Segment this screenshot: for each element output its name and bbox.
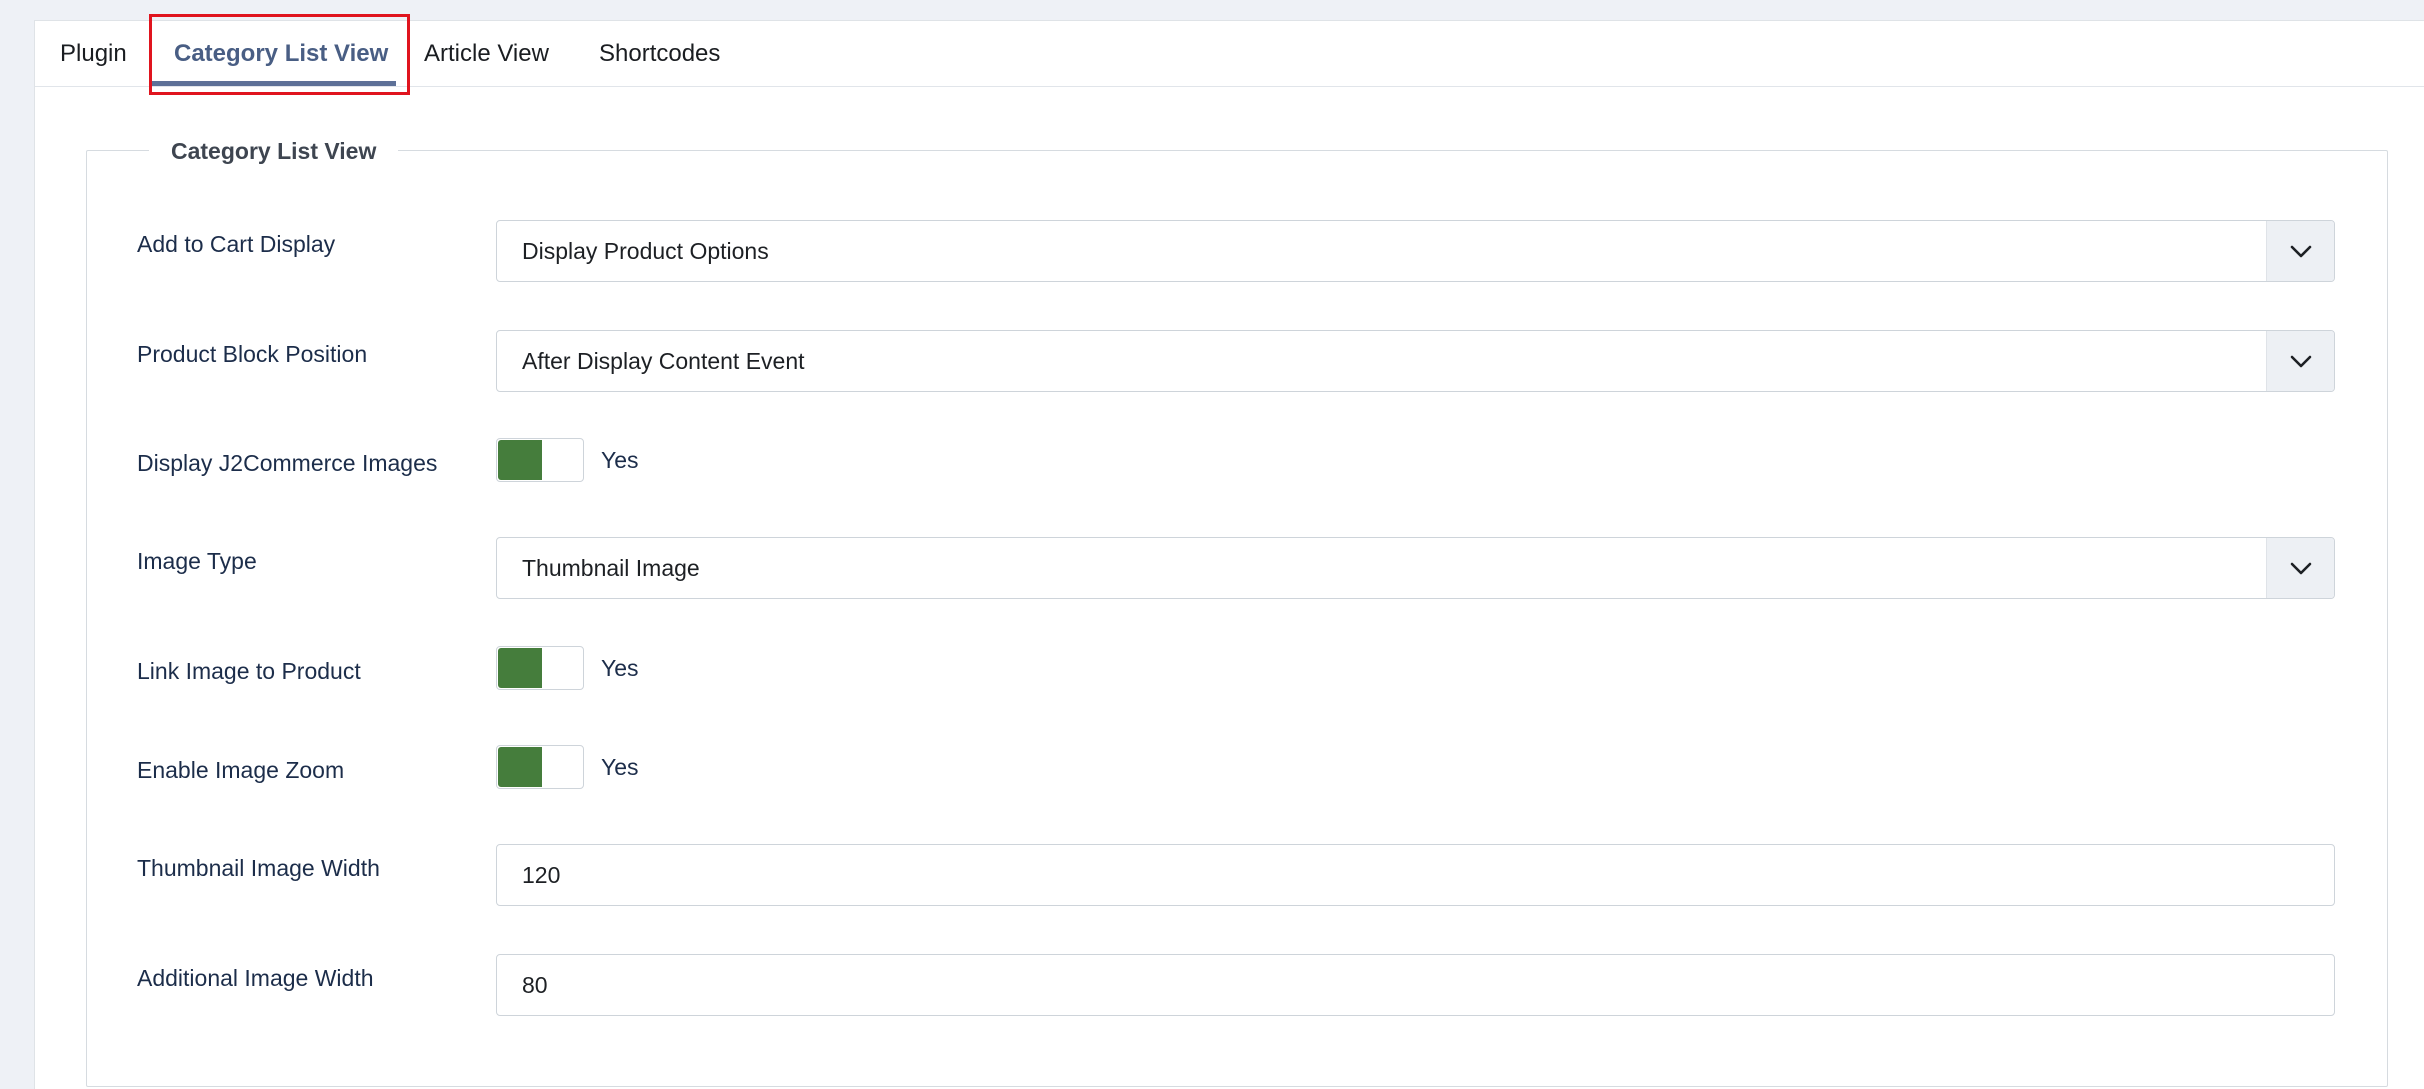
link-image-toggle[interactable] bbox=[496, 646, 584, 690]
image-type-value: Thumbnail Image bbox=[522, 555, 700, 581]
display-images-toggle[interactable] bbox=[496, 438, 584, 482]
display-images-state: Yes bbox=[601, 447, 639, 473]
thumbnail-width-value: 120 bbox=[522, 862, 561, 888]
tab-plugin[interactable]: Plugin bbox=[60, 21, 127, 87]
toggle-knob bbox=[498, 747, 542, 787]
additional-width-value: 80 bbox=[522, 972, 548, 998]
chevron-down-icon bbox=[2266, 221, 2334, 281]
toggle-knob bbox=[498, 440, 542, 480]
image-zoom-state: Yes bbox=[601, 754, 639, 780]
thumbnail-width-input[interactable]: 120 bbox=[496, 844, 2335, 906]
link-image-state: Yes bbox=[601, 655, 639, 681]
tab-bar: Plugin Category List View Article View S… bbox=[35, 14, 2424, 95]
add-to-cart-display-select[interactable]: Display Product Options bbox=[496, 220, 2335, 282]
tab-shortcodes[interactable]: Shortcodes bbox=[599, 21, 720, 87]
fieldset-legend: Category List View bbox=[149, 132, 399, 170]
product-block-position-value: After Display Content Event bbox=[522, 348, 805, 374]
tab-category-list-view[interactable]: Category List View bbox=[174, 21, 388, 87]
image-zoom-toggle[interactable] bbox=[496, 745, 584, 789]
active-tab-indicator bbox=[151, 81, 396, 86]
chevron-down-icon bbox=[2266, 331, 2334, 391]
image-type-label: Image Type bbox=[137, 548, 257, 574]
display-images-label: Display J2Commerce Images bbox=[137, 450, 438, 476]
image-zoom-label: Enable Image Zoom bbox=[137, 757, 345, 783]
chevron-down-icon bbox=[2266, 538, 2334, 598]
settings-panel: Plugin Category List View Article View S… bbox=[34, 14, 2424, 1089]
add-to-cart-display-value: Display Product Options bbox=[522, 238, 769, 264]
product-block-position-label: Product Block Position bbox=[137, 341, 368, 367]
additional-width-label: Additional Image Width bbox=[137, 965, 374, 991]
category-list-view-fieldset: Category List View bbox=[86, 132, 2388, 1087]
thumbnail-width-label: Thumbnail Image Width bbox=[137, 855, 380, 881]
toggle-knob bbox=[498, 648, 542, 688]
link-image-label: Link Image to Product bbox=[137, 658, 361, 684]
tab-article-view[interactable]: Article View bbox=[424, 21, 549, 87]
additional-width-input[interactable]: 80 bbox=[496, 954, 2335, 1016]
image-type-select[interactable]: Thumbnail Image bbox=[496, 537, 2335, 599]
add-to-cart-display-label: Add to Cart Display bbox=[137, 231, 336, 257]
product-block-position-select[interactable]: After Display Content Event bbox=[496, 330, 2335, 392]
